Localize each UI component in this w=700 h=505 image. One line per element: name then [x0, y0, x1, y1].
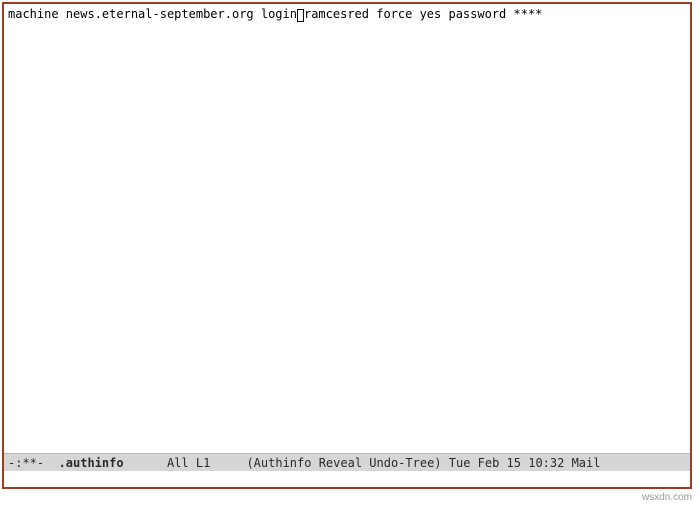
emacs-frame: machine news.eternal-september.org login…: [2, 2, 692, 489]
position-indicator: All L1: [167, 455, 210, 470]
modified-indicator: -:**-: [8, 455, 59, 470]
text-segment: machine news.eternal-september.org login: [8, 7, 297, 21]
text-line: machine news.eternal-september.org login…: [8, 7, 542, 21]
text-cursor: [297, 9, 304, 22]
time-mail-indicator: Tue Feb 15 10:32 Mail: [442, 455, 601, 470]
spacer: [210, 455, 246, 470]
mode-indicator: (Authinfo Reveal Undo-Tree): [246, 455, 441, 470]
spacer: [124, 455, 167, 470]
mode-line[interactable]: -:**- .authinfo All L1 (Authinfo Reveal …: [4, 453, 690, 471]
watermark: wsxdn.com: [642, 492, 692, 503]
buffer-name: .authinfo: [59, 455, 124, 470]
buffer-area[interactable]: machine news.eternal-september.org login…: [4, 4, 690, 453]
text-segment: ramcesred force yes password ****: [304, 7, 542, 21]
minibuffer[interactable]: [4, 471, 690, 487]
